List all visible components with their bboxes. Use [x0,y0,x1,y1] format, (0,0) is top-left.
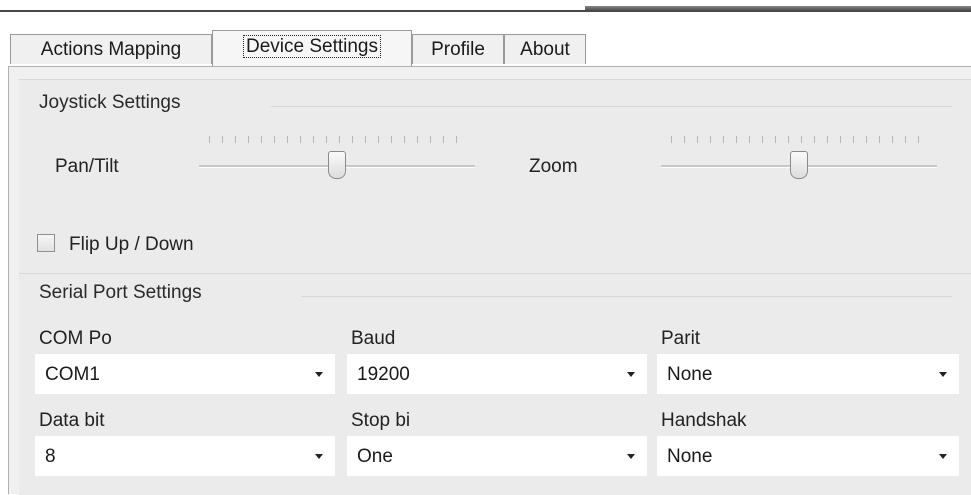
chevron-down-icon[interactable] [939,372,947,377]
zoom-slider[interactable] [661,130,937,194]
joystick-settings-group: Joystick Settings Pan/Tilt Zoom Flip Up … [19,79,971,274]
handshake-value: None [667,446,713,467]
pan-tilt-label: Pan/Tilt [55,156,119,177]
device-settings-panel: Joystick Settings Pan/Tilt Zoom Flip Up … [8,66,971,495]
window-top-strip [0,0,971,12]
parity-label: Parit [661,328,701,349]
chevron-down-icon[interactable] [627,454,635,459]
slider-thumb[interactable] [790,151,808,179]
com-port-value: COM1 [45,364,100,385]
handshake-label: Handshak [661,410,747,431]
parity-select[interactable]: None [657,354,959,394]
stop-bits-label: Stop bi [351,410,411,431]
tab-device-settings[interactable]: Device Settings [212,30,412,66]
com-port-label: COM Po [39,328,112,349]
tab-about-label: About [520,39,570,60]
tab-bar: Actions Mapping Device Settings Profile … [0,30,971,66]
baud-select[interactable]: 19200 [347,354,647,394]
data-bits-label: Data bit [39,410,105,431]
zoom-label: Zoom [529,156,578,177]
slider-ticks [209,136,465,143]
chevron-down-icon[interactable] [627,372,635,377]
parity-value: None [667,364,713,385]
slider-ticks [671,136,927,143]
serial-port-settings-title: Serial Port Settings [39,282,202,303]
com-port-select[interactable]: COM1 [35,354,335,394]
baud-label: Baud [351,328,396,349]
tab-actions-mapping[interactable]: Actions Mapping [10,34,212,64]
chevron-down-icon[interactable] [315,454,323,459]
tab-device-settings-label: Device Settings [242,35,381,58]
chevron-down-icon[interactable] [939,454,947,459]
stop-bits-value: One [357,446,393,467]
serial-port-settings-group: Serial Port Settings COM Po COM1 Baud 19… [19,273,971,495]
flip-up-down-label: Flip Up / Down [69,234,194,255]
tab-about[interactable]: About [504,34,586,64]
data-bits-value: 8 [45,446,56,467]
stop-bits-select[interactable]: One [347,436,647,476]
flip-up-down-checkbox[interactable] [37,234,55,252]
handshake-select[interactable]: None [657,436,959,476]
tab-actions-mapping-label: Actions Mapping [40,39,182,60]
group-divider [271,106,952,107]
group-divider [301,296,952,297]
tab-profile-label: Profile [431,39,485,60]
joystick-settings-title: Joystick Settings [39,92,181,113]
pan-tilt-slider[interactable] [199,130,475,194]
tab-profile[interactable]: Profile [412,34,504,64]
data-bits-select[interactable]: 8 [35,436,335,476]
baud-value: 19200 [357,364,410,385]
chevron-down-icon[interactable] [315,372,323,377]
slider-thumb[interactable] [328,151,346,179]
